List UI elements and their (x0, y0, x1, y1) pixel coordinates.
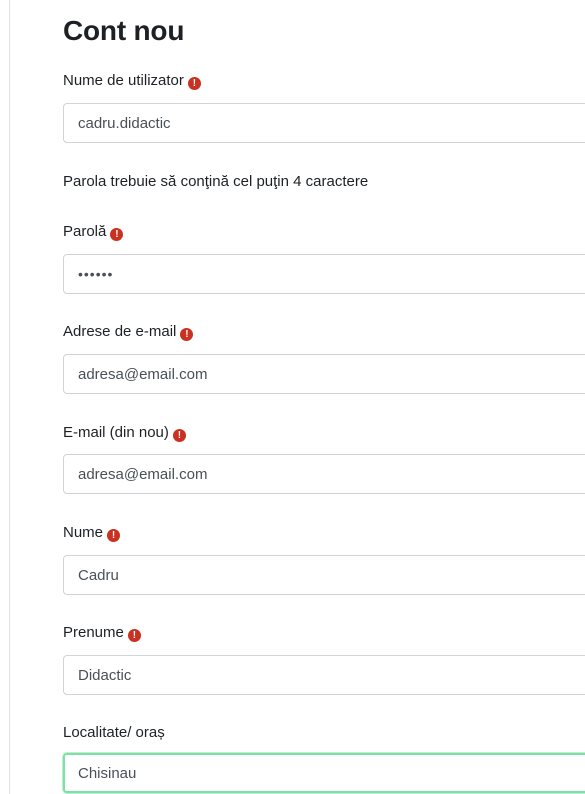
username-label: Nume de utilizator! (63, 71, 201, 91)
firstname-input[interactable] (63, 655, 585, 695)
password-label-text: Parolă (63, 223, 107, 240)
firstname-label: Prenume! (63, 623, 141, 643)
exclamation-circle-icon: ! (172, 429, 186, 442)
email-again-input[interactable] (63, 454, 585, 494)
lastname-input[interactable] (63, 555, 585, 595)
password-input[interactable] (63, 254, 585, 294)
email-input[interactable] (63, 354, 585, 394)
firstname-label-text: Prenume (63, 624, 124, 641)
password-label: Parolă! (63, 222, 124, 242)
city-label: Localitate/ oraș (63, 723, 165, 743)
exclamation-circle-icon: ! (107, 529, 121, 542)
page: Cont nou Nume de utilizator! Parola treb… (0, 0, 585, 794)
exclamation-circle-icon: ! (180, 328, 194, 341)
lastname-label-text: Nume (63, 524, 104, 541)
username-label-text: Nume de utilizator (63, 72, 184, 89)
left-divider (9, 0, 10, 794)
page-title: Cont nou (63, 15, 185, 46)
password-requirement-note: Parola trebuie să conţină cel puţin 4 ca… (63, 173, 369, 190)
username-input[interactable] (63, 103, 585, 143)
city-input[interactable] (63, 753, 585, 793)
email-again-label: E-mail (din nou)! (63, 423, 186, 443)
exclamation-circle-icon: ! (110, 228, 124, 241)
exclamation-circle-icon: ! (187, 77, 201, 90)
exclamation-circle-icon: ! (127, 629, 141, 642)
email-label-text: Adrese de e-mail (63, 323, 177, 340)
email-label: Adrese de e-mail! (63, 322, 194, 342)
lastname-label: Nume! (63, 523, 121, 543)
email-again-label-text: E-mail (din nou) (63, 424, 169, 441)
city-label-text: Localitate/ oraș (63, 724, 165, 741)
